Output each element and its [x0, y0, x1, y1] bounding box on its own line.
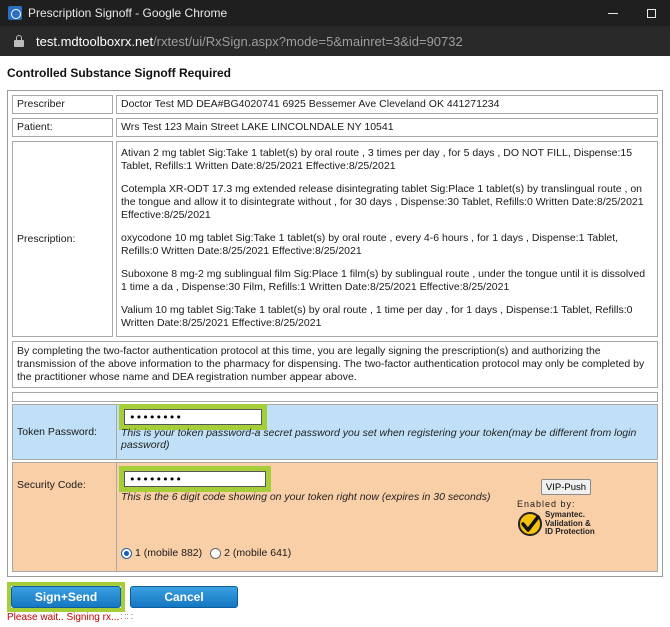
- symantec-check-icon: [518, 512, 542, 536]
- prescription-item: Cotempla XR-ODT 17.3 mg extended release…: [121, 183, 644, 221]
- window-titlebar: Prescription Signoff - Google Chrome: [0, 0, 670, 26]
- token-password-row: Token Password: This is your token passw…: [12, 404, 658, 460]
- chrome-icon: [8, 6, 22, 20]
- symantec-text: Symantec. Validation & ID Protection: [545, 511, 595, 537]
- url-path: /rxtest/ui/RxSign.aspx?mode=5&mainret=3&…: [153, 33, 463, 49]
- patient-value: Wrs Test 123 Main Street LAKE LINCOLNDAL…: [116, 118, 658, 137]
- minimize-icon: [608, 12, 618, 14]
- url-host: test.mdtoolboxrx.net: [36, 33, 154, 49]
- prescription-list: Ativan 2 mg tablet Sig:Take 1 tablet(s) …: [116, 141, 658, 337]
- mobile-radio-1[interactable]: [121, 547, 132, 559]
- wait-message: Please wait.. Signing rx...: [7, 612, 120, 623]
- prescription-item: Valium 10 mg tablet Sig:Take 1 tablet(s)…: [121, 304, 633, 329]
- cancel-button[interactable]: Cancel: [130, 586, 238, 608]
- page-title: Controlled Substance Signoff Required: [7, 66, 232, 80]
- prescriber-row: Prescriber Doctor Test MD DEA#BG4020741 …: [12, 95, 658, 114]
- mobile-radio-2[interactable]: [210, 547, 222, 559]
- mobile-radio-group: 1 (mobile 882) 2 (mobile 641): [121, 547, 299, 559]
- sign-highlight: Sign+Send: [7, 582, 125, 612]
- vip-push-button[interactable]: VIP-Push: [541, 479, 591, 495]
- enabled-by-label: Enabled by:: [517, 499, 576, 509]
- security-code-input[interactable]: [124, 471, 266, 487]
- prescription-item: Ativan 2 mg tablet Sig:Take 1 tablet(s) …: [121, 147, 633, 172]
- symantec-logo: Symantec. Validation & ID Protection: [517, 511, 595, 537]
- patient-row: Patient: Wrs Test 123 Main Street LAKE L…: [12, 118, 658, 137]
- prescription-row: Prescription: Ativan 2 mg tablet Sig:Tak…: [12, 141, 658, 337]
- status-text: Please wait.. Signing rx... ∷∷: [7, 612, 133, 623]
- security-field-area: This is the 6 digit code showing on your…: [117, 463, 657, 571]
- sign-send-button[interactable]: Sign+Send: [11, 586, 121, 608]
- security-highlight: [119, 466, 271, 492]
- logo-line: ID Protection: [545, 527, 595, 537]
- window-title: Prescription Signoff - Google Chrome: [28, 6, 228, 20]
- action-buttons: Sign+Send Cancel: [7, 582, 238, 612]
- prescription-item: Suboxone 8 mg-2 mg sublingual film Sig:P…: [121, 268, 646, 293]
- spacer-row: [12, 392, 658, 402]
- security-code-hint: This is the 6 digit code showing on your…: [121, 491, 491, 503]
- security-code-label: Security Code:: [13, 463, 117, 571]
- prescription-item: oxycodone 10 mg tablet Sig:Take 1 tablet…: [121, 232, 619, 257]
- minimize-button[interactable]: [594, 0, 632, 26]
- mobile-radio-2-label: 2 (mobile 641): [224, 547, 292, 559]
- maximize-button[interactable]: [632, 0, 670, 26]
- prescriber-label: Prescriber: [12, 95, 113, 114]
- token-field-area: This is your token password-a secret pas…: [117, 404, 657, 459]
- mobile-radio-1-label: 1 (mobile 882): [135, 547, 203, 559]
- maximize-icon: [646, 8, 656, 18]
- legal-notice: By completing the two-factor authenticat…: [12, 341, 658, 388]
- patient-label: Patient:: [12, 118, 113, 137]
- prescriber-value: Doctor Test MD DEA#BG4020741 6925 Bessem…: [116, 95, 658, 114]
- prescription-label: Prescription:: [12, 141, 113, 337]
- lock-icon: [14, 35, 24, 47]
- token-password-label: Token Password:: [13, 405, 117, 459]
- security-code-row: Security Code: This is the 6 digit code …: [12, 462, 658, 572]
- signoff-table: Prescriber Doctor Test MD DEA#BG4020741 …: [7, 90, 663, 577]
- token-password-input[interactable]: [124, 409, 262, 425]
- address-bar[interactable]: test.mdtoolboxrx.net/rxtest/ui/RxSign.as…: [0, 26, 670, 56]
- wait-dots: ∷∷: [119, 612, 133, 623]
- token-password-hint: This is your token password-a secret pas…: [121, 427, 637, 451]
